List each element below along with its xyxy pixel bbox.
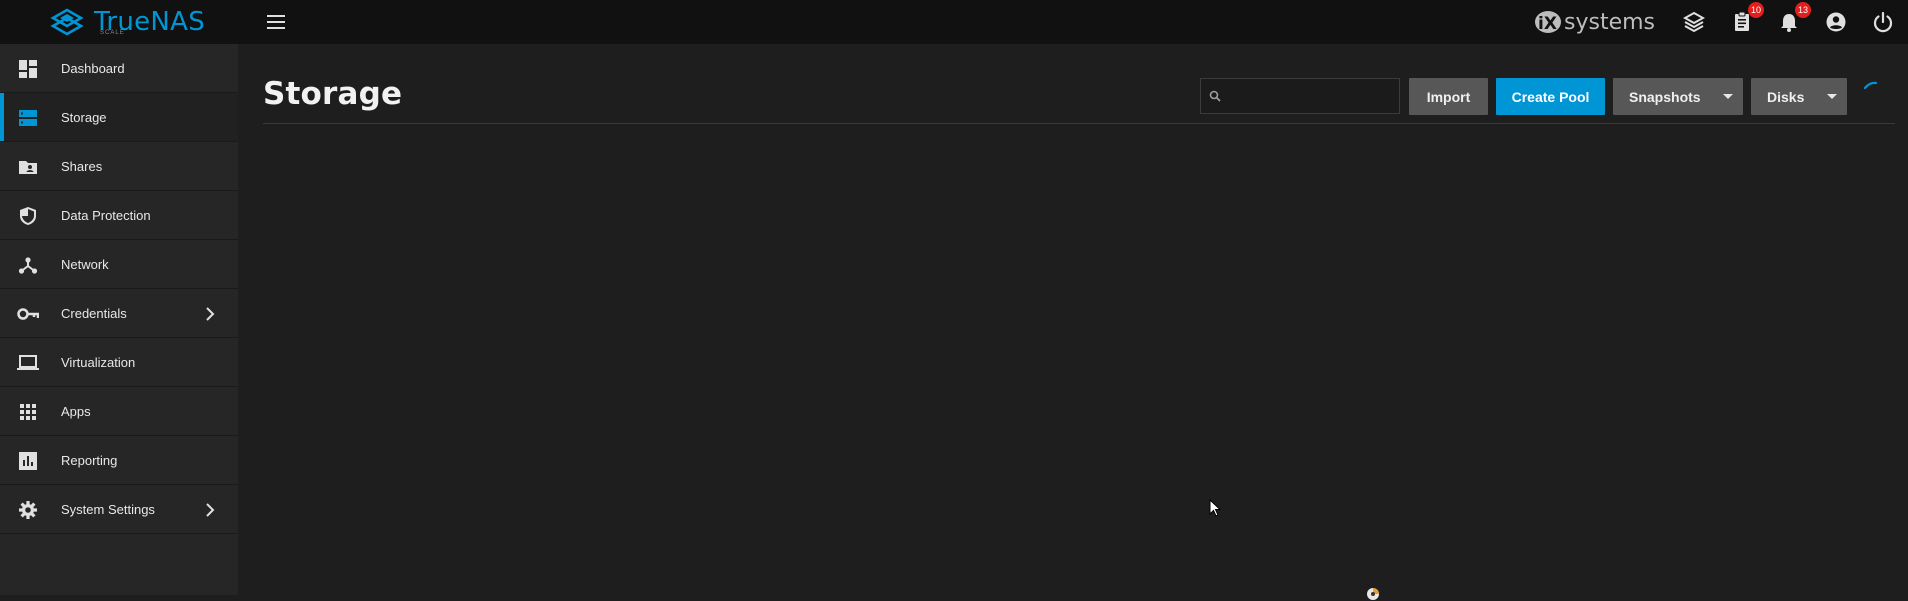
sidebar-item-network[interactable]: Network bbox=[0, 240, 238, 289]
create-pool-button[interactable]: Create Pool bbox=[1496, 78, 1605, 115]
sidebar-item-virtualization[interactable]: Virtualization bbox=[0, 338, 238, 387]
sidebar-item-shares[interactable]: Shares bbox=[0, 142, 238, 191]
truecommand-button[interactable] bbox=[1681, 9, 1707, 35]
laptop-icon bbox=[17, 352, 39, 374]
sidebar-item-reporting[interactable]: Reporting bbox=[0, 436, 238, 485]
main-content: Storage Import Create Pool Snapshots Dis… bbox=[238, 44, 1908, 600]
search-icon bbox=[1209, 90, 1221, 102]
sidebar-item-credentials[interactable]: Credentials bbox=[0, 289, 238, 338]
import-button[interactable]: Import bbox=[1409, 78, 1488, 115]
sidebar-item-data-protection[interactable]: Data Protection bbox=[0, 191, 238, 240]
ixsystems-logo[interactable]: iX systems bbox=[1532, 8, 1655, 36]
loading-spinner-icon bbox=[1863, 81, 1878, 90]
alerts-button[interactable]: 13 bbox=[1776, 2, 1811, 35]
account-circle-icon bbox=[1826, 12, 1846, 32]
gear-icon bbox=[17, 499, 39, 521]
sidebar-item-label: Data Protection bbox=[61, 207, 151, 223]
mouse-cursor-icon bbox=[1209, 499, 1221, 517]
shield-icon bbox=[17, 205, 39, 227]
sidebar: Dashboard Storage Shares Data Protection… bbox=[0, 44, 238, 595]
tasks-badge: 10 bbox=[1747, 2, 1764, 18]
vendor-text: systems bbox=[1564, 9, 1655, 35]
sidebar-item-label: Credentials bbox=[61, 305, 127, 321]
snapshots-button-label: Snapshots bbox=[1629, 88, 1701, 105]
top-bar: TrueNAS SCALE iX systems 10 13 bbox=[0, 0, 1908, 44]
menu-icon-line bbox=[267, 21, 285, 23]
sidebar-item-label: Apps bbox=[61, 403, 91, 419]
disks-button-label: Disks bbox=[1767, 88, 1805, 105]
chevron-right-icon bbox=[206, 307, 215, 321]
page-title: Storage bbox=[263, 76, 403, 112]
sidebar-item-label: Shares bbox=[61, 158, 103, 174]
task-manager-button[interactable]: 10 bbox=[1729, 2, 1764, 35]
power-icon bbox=[1873, 11, 1893, 33]
truenas-logo[interactable]: TrueNAS bbox=[46, 4, 205, 40]
truecommand-icon bbox=[1683, 11, 1705, 33]
svg-text:iX: iX bbox=[1538, 14, 1557, 34]
network-icon bbox=[17, 254, 39, 276]
truenas-logo-icon bbox=[50, 8, 84, 36]
sidebar-item-storage[interactable]: Storage bbox=[0, 93, 238, 142]
user-account-button[interactable] bbox=[1823, 9, 1849, 35]
sidebar-item-system-settings[interactable]: System Settings bbox=[0, 485, 238, 534]
sidebar-item-label: Reporting bbox=[61, 452, 118, 468]
apps-grid-icon bbox=[17, 401, 39, 423]
power-button[interactable] bbox=[1870, 9, 1896, 35]
sidebar-item-label: Virtualization bbox=[61, 354, 136, 370]
title-divider bbox=[263, 123, 1895, 124]
menu-toggle-button[interactable] bbox=[264, 11, 288, 33]
chevron-right-icon bbox=[206, 503, 215, 517]
sidebar-item-label: Dashboard bbox=[61, 60, 125, 76]
menu-icon-line bbox=[267, 15, 285, 17]
sidebar-item-label: Network bbox=[61, 256, 109, 272]
logo-edition: SCALE bbox=[100, 30, 125, 36]
caret-down-icon bbox=[1723, 94, 1733, 99]
ix-mark-icon: iX bbox=[1535, 11, 1561, 34]
shares-folder-icon bbox=[17, 156, 39, 178]
sidebar-item-apps[interactable]: Apps bbox=[0, 387, 238, 436]
dashboard-icon bbox=[17, 58, 39, 80]
storage-icon bbox=[17, 107, 39, 129]
sidebar-item-label: System Settings bbox=[61, 501, 155, 517]
alerts-badge: 13 bbox=[1794, 2, 1811, 18]
search-input[interactable] bbox=[1225, 79, 1397, 113]
sidebar-item-label: Storage bbox=[61, 109, 107, 125]
busy-indicator-icon bbox=[1367, 588, 1379, 600]
search-box[interactable] bbox=[1200, 78, 1400, 114]
disks-dropdown-button[interactable]: Disks bbox=[1751, 78, 1847, 115]
sidebar-item-dashboard[interactable]: Dashboard bbox=[0, 44, 238, 93]
caret-down-icon bbox=[1827, 94, 1837, 99]
chart-icon bbox=[17, 450, 39, 472]
menu-icon-line bbox=[267, 27, 285, 29]
snapshots-dropdown-button[interactable]: Snapshots bbox=[1613, 78, 1743, 115]
key-icon bbox=[17, 303, 39, 325]
